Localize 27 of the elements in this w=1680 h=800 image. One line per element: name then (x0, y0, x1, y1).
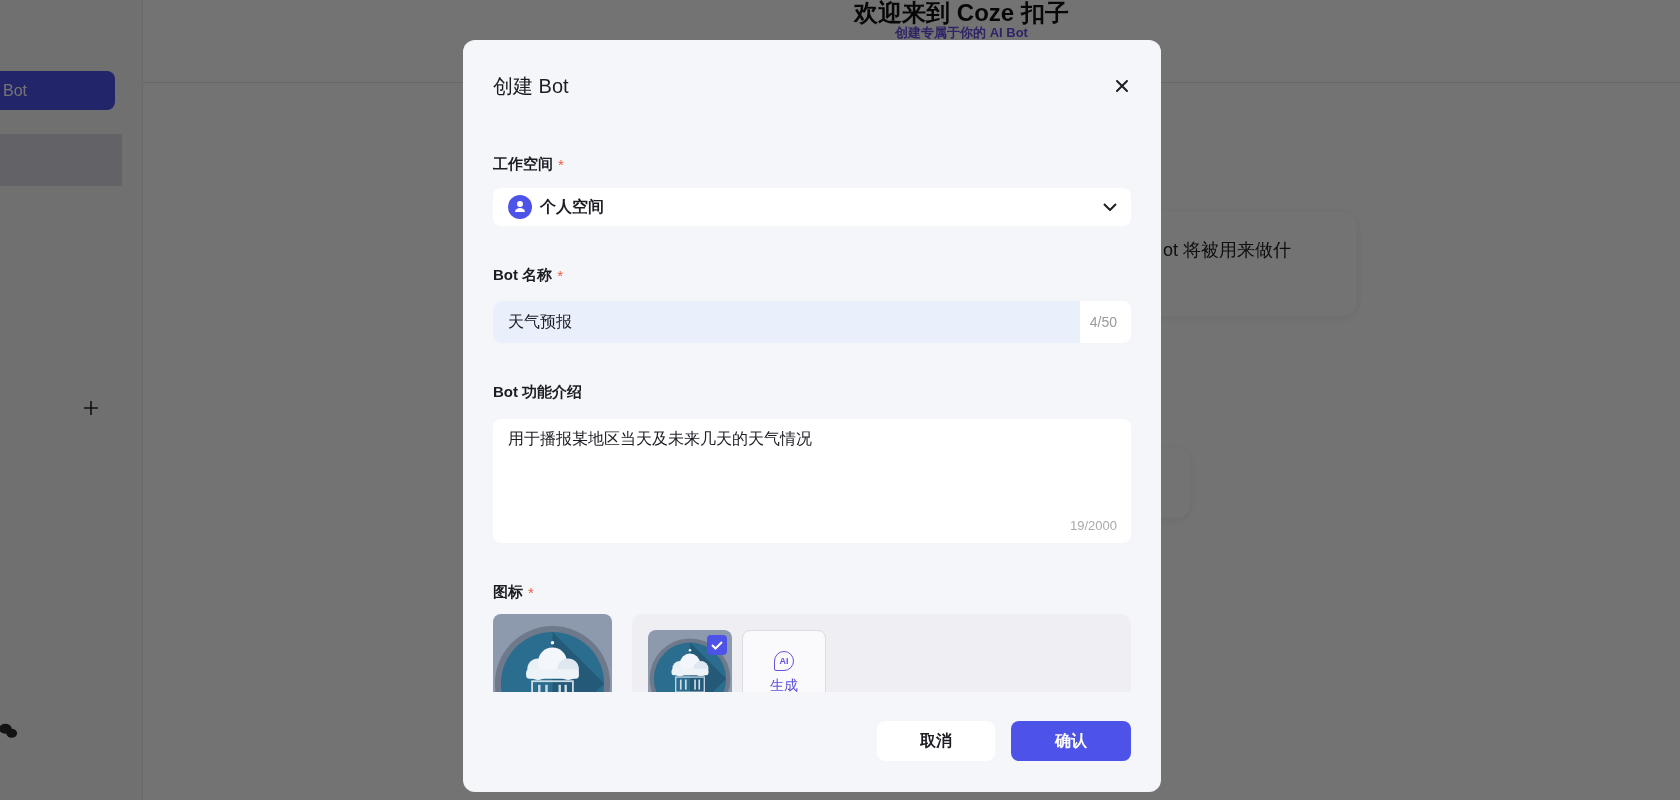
field-label: 图标 (493, 582, 523, 602)
checkbox-checked-icon[interactable] (707, 635, 727, 655)
field-label: Bot 名称 (493, 265, 553, 285)
required-mark: * (558, 155, 564, 173)
character-count: 19/2000 (1070, 518, 1117, 533)
confirm-button[interactable]: 确认 (1011, 721, 1131, 761)
user-icon (508, 195, 532, 219)
chat-bubbles-icon[interactable] (0, 723, 18, 740)
dialog-title: 创建 Bot (493, 73, 569, 99)
field-label: Bot 功能介绍 (493, 382, 583, 402)
character-count: 4/50 (1088, 313, 1118, 332)
page-heading: 欢迎来到 Coze 扣子 (854, 0, 1069, 26)
chevron-down-icon (1103, 203, 1117, 211)
name-input[interactable]: 天气预报 4/50 (493, 301, 1131, 343)
required-mark: * (528, 583, 534, 601)
workspace-select[interactable]: 个人空间 (493, 188, 1131, 226)
description-textarea[interactable]: 用于播报某地区当天及未来几天的天气情况 19/2000 (493, 419, 1131, 543)
close-icon[interactable] (1115, 79, 1129, 93)
page-subheading: 创建专属于你的 AI Bot (895, 26, 1028, 40)
card-text: ot 将被用来做什 (1163, 239, 1291, 262)
plus-icon[interactable] (83, 400, 99, 416)
field-label: 工作空间 (493, 154, 553, 174)
ai-generate-button[interactable]: AI 生成 (742, 630, 826, 692)
required-mark: * (557, 266, 563, 284)
cancel-button[interactable]: 取消 (877, 721, 995, 761)
textarea-value: 用于播报某地区当天及未来几天的天气情况 (508, 430, 812, 447)
select-value: 个人空间 (540, 196, 605, 217)
